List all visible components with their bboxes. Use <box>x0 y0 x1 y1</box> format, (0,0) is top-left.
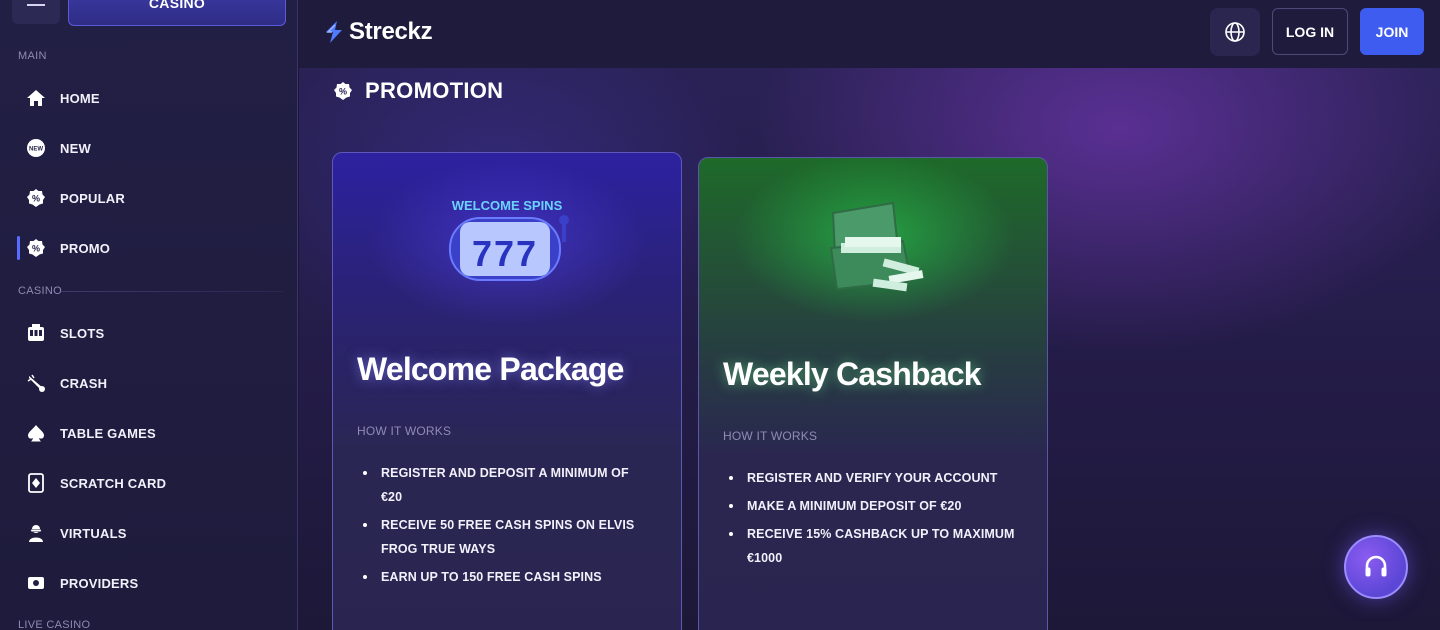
headset-icon <box>1365 555 1387 577</box>
new-badge-icon: NEW <box>26 138 46 158</box>
cash-briefcase-art <box>699 158 1047 338</box>
home-icon <box>26 88 46 108</box>
sidebar-item-home[interactable]: HOME <box>0 78 296 118</box>
section-label-main: MAIN <box>18 50 47 62</box>
logo-text: Streckz <box>349 18 433 45</box>
list-item: RECEIVE 50 FREE CASH SPINS ON ELVIS FROG… <box>357 513 651 561</box>
page-title: % PROMOTION <box>333 78 503 104</box>
sidebar-item-slots[interactable]: SLOTS <box>0 313 296 353</box>
svg-text:%: % <box>339 87 347 97</box>
svg-text:%: % <box>32 244 40 254</box>
section-label-casino: CASINO <box>18 285 62 297</box>
sidebar-item-promo[interactable]: % PROMO <box>0 228 296 268</box>
sidebar-item-label: PROMO <box>60 240 111 256</box>
sidebar-item-label: SLOTS <box>60 325 105 341</box>
scratch-card-icon <box>26 473 46 493</box>
sidebar-item-new[interactable]: NEW NEW <box>0 128 296 168</box>
globe-icon <box>1225 22 1245 42</box>
sidebar-item-label: POPULAR <box>60 190 125 206</box>
logo-icon <box>326 21 342 43</box>
section-divider <box>60 291 283 292</box>
list-item: RECEIVE 15% CASHBACK UP TO MAXIMUM €1000 <box>723 522 1017 570</box>
card-title: Weekly Cashback <box>723 356 982 392</box>
sidebar-item-scratch-card[interactable]: SCRATCH CARD <box>0 463 296 503</box>
sidebar: CASINO MAIN HOME NEW NEW % POPULAR % PRO… <box>0 0 298 630</box>
list-item: REGISTER AND VERIFY YOUR ACCOUNT <box>723 466 1017 490</box>
spade-icon <box>26 423 46 443</box>
percent-badge-icon: % <box>334 82 352 100</box>
card-bullet-list: REGISTER AND DEPOSIT A MINIMUM OF €20 RE… <box>357 461 651 593</box>
sidebar-item-crash[interactable]: CRASH <box>0 363 296 403</box>
slot-reel-icon: WELCOME SPINS 777 <box>449 198 569 281</box>
briefcase-icon <box>829 201 924 292</box>
sidebar-item-label: TABLE GAMES <box>60 425 156 441</box>
card-title: Welcome Package <box>357 351 624 387</box>
svg-text:NEW: NEW <box>29 147 43 153</box>
join-button[interactable]: JOIN <box>1360 8 1424 55</box>
section-label-live-casino: LIVE CASINO <box>18 619 91 630</box>
casino-tab[interactable]: CASINO <box>68 0 286 26</box>
sidebar-item-label: NEW <box>60 140 91 156</box>
art-digits: 777 <box>472 233 538 274</box>
list-item: REGISTER AND DEPOSIT A MINIMUM OF €20 <box>357 461 651 509</box>
sidebar-item-popular[interactable]: % POPULAR <box>0 178 296 218</box>
language-button[interactable] <box>1210 8 1260 56</box>
menu-icon <box>27 4 45 6</box>
sidebar-item-label: PROVIDERS <box>60 575 139 591</box>
art-label: WELCOME SPINS <box>452 198 563 213</box>
list-item: EARN UP TO 150 FREE CASH SPINS <box>357 565 651 589</box>
main-content: % PROMOTION WELCOME SPINS 777 Welcome Pa… <box>299 68 1440 630</box>
sidebar-item-providers[interactable]: PROVIDERS <box>0 563 296 603</box>
slot-machine-icon <box>26 323 46 343</box>
page-title-text: PROMOTION <box>365 78 504 103</box>
sidebar-item-virtuals[interactable]: VIRTUALS <box>0 513 296 553</box>
sidebar-item-label: CRASH <box>60 375 108 391</box>
hamburger-menu-button[interactable] <box>12 0 60 24</box>
top-header: Streckz LOG IN JOIN <box>299 0 1440 68</box>
brand-logo[interactable]: Streckz <box>323 18 433 46</box>
sidebar-item-label: VIRTUALS <box>60 525 127 541</box>
sidebar-item-table-games[interactable]: TABLE GAMES <box>0 413 296 453</box>
support-chat-button[interactable] <box>1344 535 1408 599</box>
percent-badge-icon: % <box>26 238 46 258</box>
rocket-icon <box>26 373 46 393</box>
card-subtitle: HOW IT WORKS <box>723 429 818 443</box>
login-button[interactable]: LOG IN <box>1272 8 1348 55</box>
list-item: MAKE A MINIMUM DEPOSIT OF €20 <box>723 494 1017 518</box>
sidebar-item-label: SCRATCH CARD <box>60 475 167 491</box>
sidebar-item-label: HOME <box>60 90 100 106</box>
virtual-icon <box>26 523 46 543</box>
welcome-spins-art: WELCOME SPINS 777 <box>333 153 681 333</box>
percent-badge-icon: % <box>26 188 46 208</box>
card-bullet-list: REGISTER AND VERIFY YOUR ACCOUNT MAKE A … <box>723 466 1017 574</box>
card-subtitle: HOW IT WORKS <box>357 424 452 438</box>
promo-card-cashback[interactable]: Weekly Cashback HOW IT WORKS REGISTER AN… <box>698 157 1048 630</box>
providers-icon <box>26 573 46 593</box>
svg-text:%: % <box>32 194 40 204</box>
promo-card-welcome[interactable]: WELCOME SPINS 777 Welcome Package HOW IT… <box>332 152 682 630</box>
